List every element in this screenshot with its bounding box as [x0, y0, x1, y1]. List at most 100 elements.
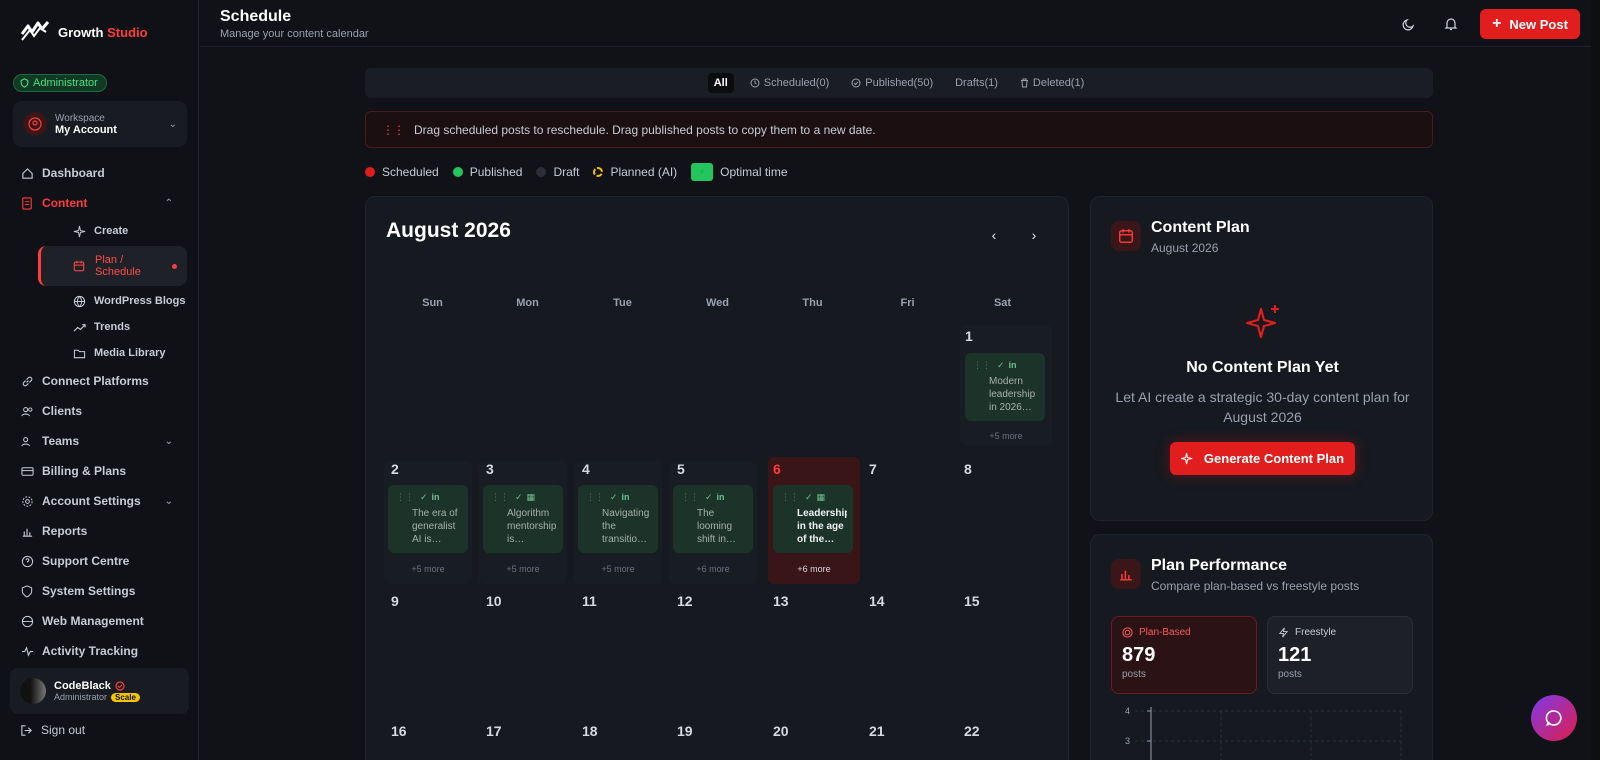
drag-handle-icon: ⋮⋮	[491, 491, 509, 502]
weekday-label: Sat	[993, 297, 1012, 309]
check-circle-icon: ✓	[515, 491, 523, 502]
sidebar-item-system-settings[interactable]: System Settings	[0, 576, 199, 606]
sidebar-subitem-plan-schedule[interactable]: Plan / Schedule	[38, 246, 187, 286]
sidebar-nav: Dashboard Content ⌃ Create Plan / Schedu…	[0, 158, 199, 658]
help-circle-icon	[20, 554, 34, 568]
tab-all[interactable]: All	[707, 73, 734, 93]
sidebar-item-billing[interactable]: Billing & Plans	[0, 456, 199, 486]
verified-icon	[115, 681, 125, 691]
content-plan-panel: Content Plan August 2026 No Content Plan…	[1090, 196, 1433, 521]
day-number: 12	[677, 593, 693, 609]
sidebar-item-teams[interactable]: Teams ⌄	[0, 426, 199, 456]
generate-button-label: Generate Content Plan	[1203, 451, 1345, 466]
sidebar-item-support[interactable]: Support Centre	[0, 546, 199, 576]
tab-deleted[interactable]: Deleted(1)	[1014, 73, 1090, 93]
stat-label: Freestyle	[1278, 627, 1402, 638]
check-circle-icon: ✓	[420, 491, 428, 502]
more-posts-link[interactable]: +6 more	[770, 564, 858, 574]
stat-unit: posts	[1278, 669, 1302, 680]
sidebar-subitem-wordpress[interactable]: WordPress Blogs	[0, 288, 199, 314]
document-icon	[20, 196, 34, 210]
post-card-published[interactable]: ⋮⋮ ✓ in The looming shift in…	[673, 485, 753, 553]
workspace-switcher[interactable]: Workspace My Account ⌄	[13, 101, 187, 147]
theme-toggle-moon-icon[interactable]	[1400, 15, 1418, 33]
drag-handle-icon: ⋮⋮	[396, 491, 414, 502]
tab-drafts[interactable]: Drafts(1)	[949, 73, 1004, 93]
post-card-published[interactable]: ⋮⋮ ✓ in Modern leadership in 2026…	[965, 353, 1045, 421]
chat-support-button[interactable]	[1531, 695, 1577, 741]
user-name: CodeBlack	[54, 680, 140, 692]
drag-handle-icon: ⋮⋮	[382, 122, 405, 137]
post-card-published[interactable]: ⋮⋮ ✓ in The era of generalist AI is…	[388, 485, 468, 553]
tab-scheduled[interactable]: Scheduled(0)	[744, 73, 835, 93]
sidebar-item-account-settings[interactable]: Account Settings ⌄	[0, 486, 199, 516]
post-title: Modern leadership in 2026…	[989, 376, 1036, 413]
day-number: 11	[582, 593, 597, 609]
generate-content-plan-button[interactable]: Generate Content Plan	[1170, 442, 1355, 475]
post-card-published[interactable]: ⋮⋮ ✓ ▦ Leadership in the age of the…	[773, 485, 853, 553]
sidebar-item-label: Support Centre	[42, 554, 130, 568]
sign-out-label: Sign out	[41, 723, 86, 737]
weekday-label: Tue	[613, 297, 632, 309]
sidebar-item-label: Connect Platforms	[42, 374, 149, 388]
more-posts-link[interactable]: +5 more	[479, 564, 567, 574]
post-title: The looming shift in…	[697, 508, 736, 545]
user-role: Administrator Scale	[54, 692, 140, 702]
more-posts-link[interactable]: +5 more	[962, 431, 1050, 441]
sidebar-item-activity[interactable]: Activity Tracking	[0, 636, 199, 658]
post-title: Algorithm mentorship is…	[507, 508, 557, 545]
more-posts-link[interactable]: +5 more	[384, 564, 472, 574]
brand[interactable]: Growth Studio	[20, 20, 148, 44]
day-number: 21	[869, 723, 885, 739]
stat-label: Plan-Based	[1122, 627, 1246, 638]
stat-card-freestyle: Freestyle 121 posts	[1267, 616, 1413, 694]
target-icon	[1122, 627, 1133, 638]
sidebar-item-clients[interactable]: Clients	[0, 396, 199, 426]
sparkle-icon	[72, 224, 86, 238]
sidebar-item-connect[interactable]: Connect Platforms	[0, 366, 199, 396]
sign-out-button[interactable]: Sign out	[20, 723, 85, 737]
user-profile-card[interactable]: CodeBlack Administrator Scale	[10, 668, 189, 714]
shield-icon	[20, 584, 34, 598]
sidebar-item-label: Clients	[42, 404, 83, 418]
legend-planned: Planned (AI)	[593, 165, 677, 179]
plan-performance-title: Plan Performance	[1151, 557, 1288, 574]
lightning-icon: ⚡	[691, 163, 714, 181]
day-number: 14	[869, 593, 885, 609]
new-post-button[interactable]: + New Post	[1480, 9, 1580, 39]
day-number: 8	[964, 461, 972, 477]
next-month-chevron-icon[interactable]: ›	[1026, 227, 1042, 243]
sidebar-item-content[interactable]: Content ⌃	[0, 188, 199, 218]
y-axis-tick-label: 3	[1125, 736, 1130, 746]
sidebar-subitem-media[interactable]: Media Library	[0, 340, 199, 366]
role-badge-label: Administrator	[33, 77, 98, 89]
page-scrollbar[interactable]	[1591, 0, 1600, 760]
workspace-name: My Account	[55, 123, 117, 136]
day-number: 2	[391, 461, 399, 477]
activity-icon	[20, 644, 34, 658]
content-plan-subtitle: August 2026	[1151, 241, 1219, 255]
sidebar-item-reports[interactable]: Reports	[0, 516, 199, 546]
legend-draft: Draft	[536, 165, 579, 179]
sidebar-subitem-create[interactable]: Create	[0, 218, 199, 244]
day-number: 22	[964, 723, 980, 739]
prev-month-chevron-icon[interactable]: ‹	[986, 227, 1002, 243]
sidebar-item-dashboard[interactable]: Dashboard	[0, 158, 199, 188]
chat-bubble-icon	[1545, 710, 1562, 726]
top-header: Schedule Manage your content calendar + …	[200, 0, 1600, 47]
day-number: 7	[869, 461, 877, 477]
sidebar-item-web-management[interactable]: Web Management	[0, 606, 199, 636]
more-posts-link[interactable]: +6 more	[669, 564, 757, 574]
post-card-published[interactable]: ⋮⋮ ✓ ▦ Algorithm mentorship is…	[483, 485, 563, 553]
tab-published[interactable]: Published(50)	[845, 73, 939, 93]
brand-logo-icon	[20, 21, 50, 41]
day-number: 1	[965, 328, 973, 344]
post-card-published[interactable]: ⋮⋮ ✓ in Navigating the transitio…	[578, 485, 658, 553]
weekday-label: Sun	[422, 297, 443, 309]
sidebar-item-label: Web Management	[42, 614, 144, 628]
sidebar-subitem-trends[interactable]: Trends	[0, 314, 199, 340]
globe-icon	[72, 294, 86, 308]
bell-icon[interactable]	[1442, 15, 1460, 33]
active-indicator-dot	[172, 263, 177, 269]
more-posts-link[interactable]: +5 more	[574, 564, 662, 574]
